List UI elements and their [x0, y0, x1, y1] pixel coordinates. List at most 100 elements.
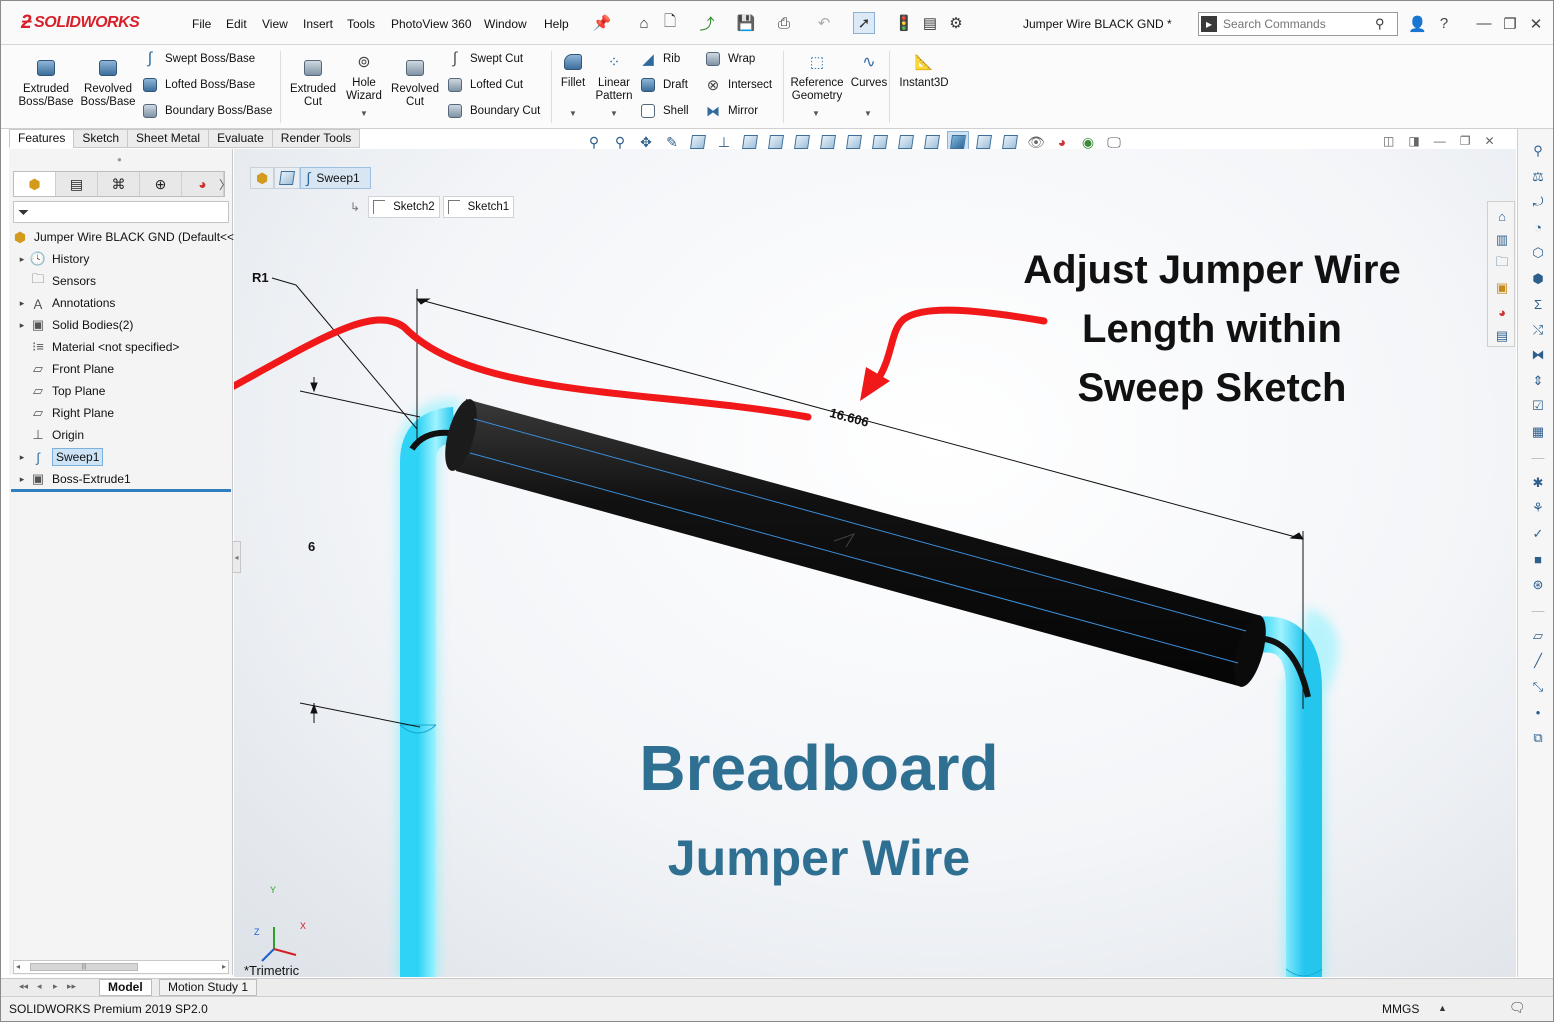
shell-button[interactable]: Shell [639, 102, 689, 120]
feature-manager-tab-icon[interactable]: ⬢ [14, 172, 56, 196]
tree-item-right-plane[interactable]: ▱ Right Plane [15, 403, 114, 423]
rebuild-icon[interactable]: 🚦 [893, 12, 915, 34]
reference-geometry-dropdown-icon[interactable]: ▼ [812, 109, 820, 118]
draft-button[interactable]: Draft [639, 76, 688, 94]
axis-icon[interactable]: ╱ [1528, 651, 1548, 671]
panel-grip-icon[interactable]: ● [117, 155, 122, 164]
tree-item-sweep1[interactable]: ▸ ∫ Sweep1 [15, 447, 104, 467]
breadcrumb-sketch2[interactable]: Sketch2 [368, 196, 440, 218]
appearances-icon[interactable]: ◕ [1492, 302, 1512, 322]
menu-tools[interactable]: Tools [347, 17, 375, 31]
rib-button[interactable]: ◢ Rib [639, 50, 680, 68]
section-properties-icon[interactable]: ⤾ [1528, 192, 1548, 212]
home-icon[interactable]: ⌂ [633, 12, 655, 34]
tab-model[interactable]: Model [99, 979, 152, 996]
search-icon[interactable]: ⚲ [1375, 16, 1385, 32]
menu-edit[interactable]: Edit [226, 17, 247, 31]
configuration-manager-tab-icon[interactable]: ⌘ [98, 172, 140, 196]
tree-item-history[interactable]: ▸ 🕓 History [15, 249, 90, 269]
help-icon[interactable]: ? [1435, 15, 1453, 32]
curves-dropdown-icon[interactable]: ▼ [864, 109, 872, 118]
design-library-icon[interactable]: ▥ [1492, 230, 1512, 250]
minimize-icon[interactable]: — [1475, 15, 1493, 32]
intersect-button[interactable]: ⊗ Intersect [704, 76, 772, 94]
interference-icon[interactable]: ⬡ [1528, 243, 1548, 263]
table-icon[interactable]: ▦ [1528, 422, 1548, 442]
compare-icon[interactable]: ⤭ [1528, 320, 1548, 340]
hole-wizard-dropdown-icon[interactable]: ▼ [360, 109, 368, 118]
feature-tree-filter[interactable]: ⏷ [13, 201, 229, 223]
tree-root[interactable]: ⬢ Jumper Wire BLACK GND (Default<< [11, 227, 234, 247]
rollback-bar[interactable] [11, 489, 231, 492]
tree-item-boss-extrude1[interactable]: ▸ ▣ Boss-Extrude1 [15, 469, 131, 489]
menu-file[interactable]: File [192, 17, 211, 31]
expand-arrow-icon[interactable]: ▸ [15, 320, 29, 331]
tab-motion-study-1[interactable]: Motion Study 1 [159, 979, 258, 996]
measure-icon[interactable]: ⚲ [1528, 141, 1548, 161]
tab-render-tools[interactable]: Render Tools [271, 129, 361, 148]
close-icon[interactable]: ✕ [1527, 15, 1545, 33]
instant3d-button[interactable]: 📐 Instant3D [895, 51, 953, 90]
symmetry-icon[interactable]: ⧓ [1528, 345, 1548, 365]
print-icon[interactable]: ⎙ [773, 12, 795, 34]
viewport-split-icon[interactable]: ◨ [1408, 134, 1419, 148]
plane-icon[interactable]: ▱ [1528, 626, 1548, 646]
revolved-boss-button[interactable]: Revolved Boss/Base [81, 57, 136, 109]
property-manager-tab-icon[interactable]: ▤ [56, 172, 98, 196]
revolved-cut-button[interactable]: Revolved Cut [389, 57, 441, 109]
prev-tab-icon[interactable]: ◂ [37, 981, 42, 992]
pin-icon[interactable]: 📌 [591, 12, 613, 34]
extruded-cut-button[interactable]: Extruded Cut [287, 57, 339, 109]
sustain-icon[interactable]: ⚘ [1528, 498, 1548, 518]
verify-icon[interactable]: ✓ [1528, 524, 1548, 544]
point-icon[interactable]: • [1528, 702, 1548, 722]
breadcrumb-body[interactable] [274, 167, 301, 189]
fillet-button[interactable]: Fillet [556, 51, 590, 90]
file-explorer-icon[interactable]: 🗀 [1492, 254, 1512, 274]
tab-evaluate[interactable]: Evaluate [208, 129, 272, 148]
check-icon[interactable]: ◔ [1528, 218, 1548, 238]
viewport-restore-icon[interactable]: ❐ [1460, 134, 1471, 148]
options-gear-icon[interactable]: ⚙ [945, 12, 967, 34]
viewport-close-icon[interactable]: ✕ [1484, 134, 1494, 148]
tree-item-sensors[interactable]: 🗀 Sensors [15, 271, 96, 291]
menu-photoview[interactable]: PhotoView 360 [391, 17, 472, 31]
tab-sketch[interactable]: Sketch [73, 129, 128, 148]
next-tab-icon[interactable]: ▸ [53, 981, 58, 992]
menu-help[interactable]: Help [544, 17, 569, 31]
view-palette-icon[interactable]: ▣ [1492, 278, 1512, 298]
save-icon[interactable]: 💾 [735, 12, 757, 34]
swept-cut-button[interactable]: ∫ Swept Cut [446, 50, 523, 68]
restore-icon[interactable]: ❐ [1501, 15, 1519, 33]
graphics-area[interactable]: R1 16.606 6 Adjust Jumper Wire Length wi… [234, 149, 1516, 978]
tree-item-origin[interactable]: ⊥ Origin [15, 425, 84, 445]
custom-properties-icon[interactable]: ▤ [1492, 326, 1512, 346]
simulation-icon[interactable]: ✱ [1528, 473, 1548, 493]
expand-arrow-icon[interactable]: ▸ [15, 298, 29, 309]
viewport-tile-icon[interactable]: ◫ [1383, 134, 1394, 148]
expand-arrow-icon[interactable]: ▸ [15, 474, 29, 485]
boundary-cut-button[interactable]: Boundary Cut [446, 102, 540, 120]
scroll-thumb[interactable]: ||| [30, 963, 138, 971]
coordinate-system-icon[interactable]: ⤡ [1528, 677, 1548, 697]
extruded-boss-button[interactable]: Extruded Boss/Base [19, 57, 74, 109]
breadcrumb-sketch1[interactable]: Sketch1 [442, 196, 515, 218]
thickness-icon[interactable]: ⇕ [1528, 371, 1548, 391]
status-units[interactable]: MMGS [1382, 1002, 1419, 1016]
lofted-cut-button[interactable]: Lofted Cut [446, 76, 523, 94]
tree-item-solid-bodies-2[interactable]: ▸ ▣ Solid Bodies(2) [15, 315, 134, 335]
viewport-minimize-icon[interactable]: — [1434, 134, 1446, 148]
select-icon[interactable]: ➚ [853, 12, 875, 34]
wrap-button[interactable]: Wrap [704, 50, 755, 68]
sum-icon[interactable]: Σ [1528, 294, 1548, 314]
menu-insert[interactable]: Insert [303, 17, 333, 31]
status-message-icon[interactable]: 🗨 [1509, 1000, 1526, 1016]
menu-view[interactable]: View [262, 17, 288, 31]
tree-item-annotations[interactable]: ▸ Ａ Annotations [15, 293, 116, 313]
scroll-right-icon[interactable]: ▸ [222, 961, 226, 973]
reference-geometry-button[interactable]: ⬚ Reference Geometry [787, 51, 847, 103]
linear-pattern-dropdown-icon[interactable]: ▼ [610, 109, 618, 118]
fillet-dropdown-icon[interactable]: ▼ [569, 109, 577, 118]
tree-item-top-plane[interactable]: ▱ Top Plane [15, 381, 105, 401]
menu-window[interactable]: Window [484, 17, 527, 31]
